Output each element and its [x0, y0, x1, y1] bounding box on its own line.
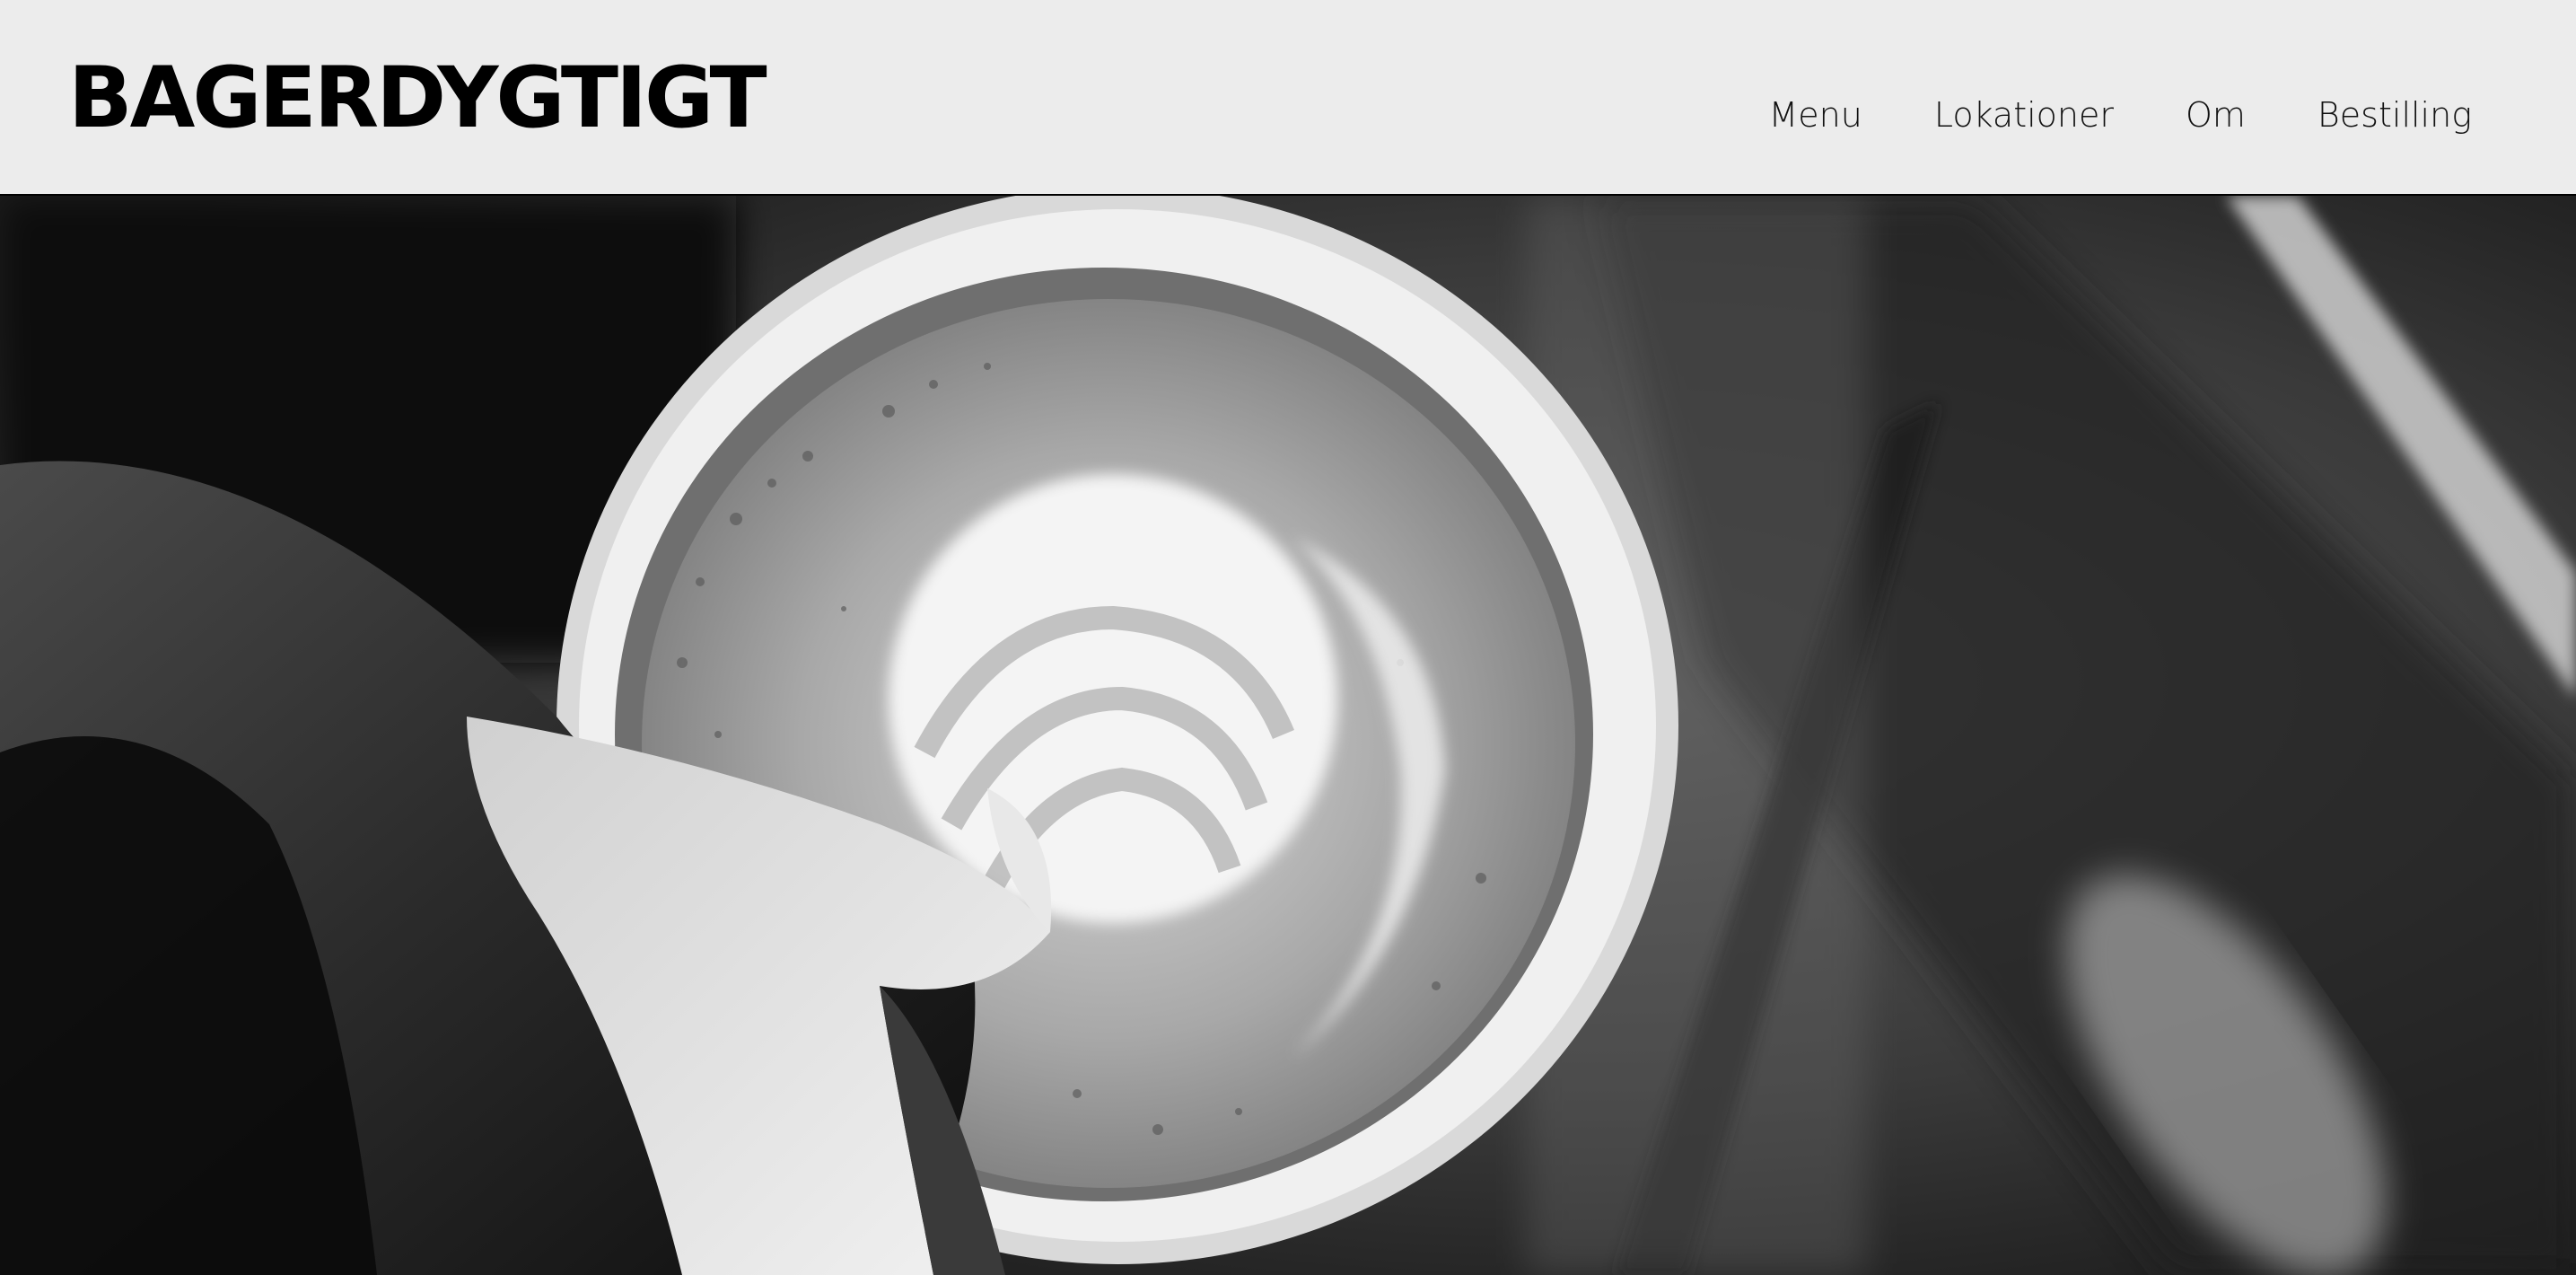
nav-item-menu[interactable]: Menu	[1768, 90, 1862, 140]
nav-item-om[interactable]: Om	[2186, 90, 2246, 140]
nav-item-bestilling[interactable]: Bestilling	[2318, 90, 2472, 140]
site-logo[interactable]: BAGERDYGTIGT	[68, 50, 767, 147]
main-nav: Menu Lokationer Om Bestilling	[1696, 90, 2472, 140]
site-header: BAGERDYGTIGT Menu Lokationer Om Bestilli…	[0, 0, 2576, 196]
latte-art-illustration	[0, 196, 2576, 1275]
hero-image	[0, 196, 2576, 1275]
nav-item-lokationer[interactable]: Lokationer	[1934, 90, 2114, 140]
